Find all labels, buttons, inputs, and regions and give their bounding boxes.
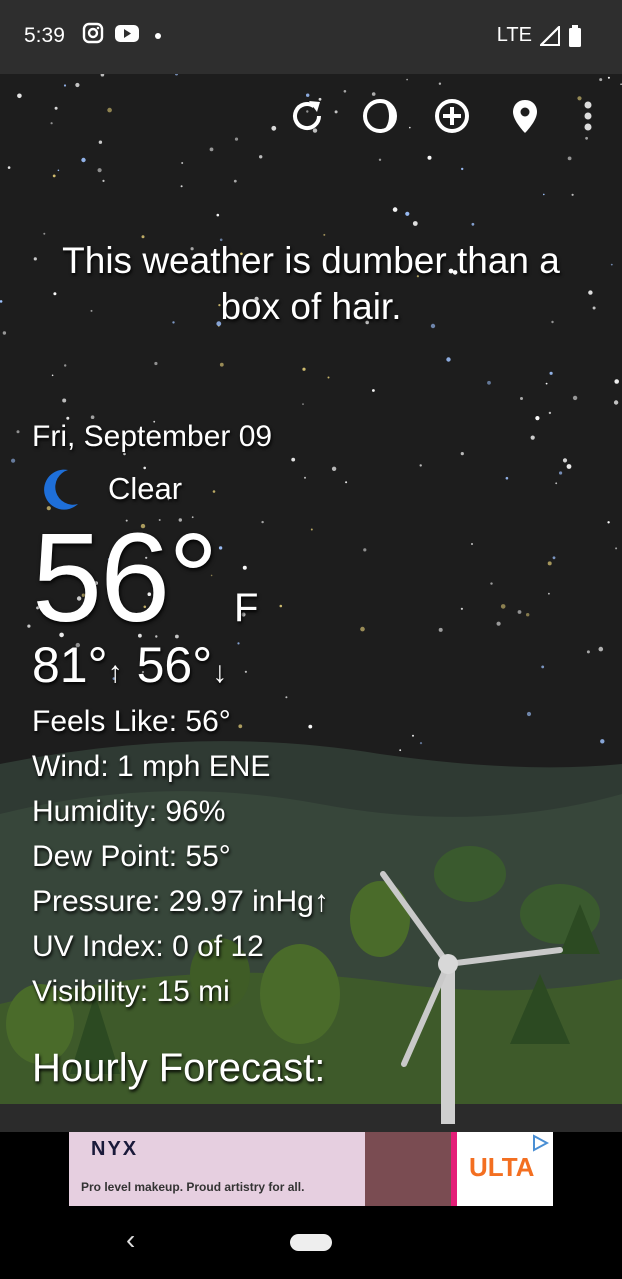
detail-humidity: Humidity: 96% [32, 795, 226, 828]
forecast-date: Fri, September 09 [32, 420, 273, 453]
up-arrow-icon: ↑ [107, 656, 123, 689]
weather-quote: This weather is dumber than a box of hai… [62, 240, 560, 327]
hourly-forecast-title: Hourly Forecast: [32, 1046, 326, 1090]
ad-choices-icon[interactable] [531, 1134, 549, 1152]
notification-dot-icon [155, 33, 161, 39]
detail-dew-point: Dew Point: 55° [32, 840, 231, 873]
weather-details: Feels Like: 56° Wind: 1 mph ENE Humidity… [32, 702, 329, 1017]
high-temperature: 81° [32, 637, 108, 693]
condition-row: Clear [38, 466, 182, 512]
ad-partner-name: ULTA [469, 1152, 535, 1182]
ad-banner[interactable]: NYX Pro level makeup. Proud artistry for… [69, 1132, 553, 1206]
youtube-icon [115, 25, 139, 42]
moon-icon [44, 469, 78, 510]
detail-wind: Wind: 1 mph ENE [32, 750, 271, 783]
detail-uv-index: UV Index: 0 of 12 [32, 930, 264, 963]
temperature-unit: F [234, 586, 259, 630]
battery-icon [569, 24, 581, 47]
moon-phase-icon[interactable] [360, 96, 400, 136]
home-pill-button[interactable] [290, 1234, 332, 1251]
navigation-bar: ‹ [0, 1210, 622, 1279]
add-location-icon[interactable] [432, 96, 472, 136]
ad-banner-bar: NYX Pro level makeup. Proud artistry for… [0, 1132, 622, 1210]
signal-icon [540, 25, 560, 46]
detail-visibility: Visibility: 15 mi [32, 975, 230, 1008]
detail-pressure: Pressure: 29.97 inHg↑ [32, 885, 329, 918]
low-temperature: 56° [136, 637, 213, 693]
condition-label: Clear [108, 471, 183, 506]
detail-feels-like: Feels Like: 56° [32, 705, 231, 738]
down-arrow-icon: ↓ [212, 656, 228, 689]
refresh-icon[interactable] [287, 96, 327, 136]
location-pin-icon[interactable] [505, 96, 545, 136]
ad-model-image [365, 1132, 455, 1206]
back-button[interactable]: ‹ [126, 1224, 135, 1256]
high-low-row: 81° ↑ 56° ↓ [32, 636, 241, 694]
toolbar [0, 74, 622, 158]
instagram-icon [82, 22, 104, 44]
network-label: LTE [496, 24, 532, 46]
status-time: 5:39 [24, 24, 65, 47]
ad-brand-logo: NYX [91, 1138, 139, 1160]
ad-tagline: Pro level makeup. Proud artistry for all… [81, 1180, 305, 1194]
more-vert-icon[interactable] [568, 96, 608, 136]
current-temperature: 56° [32, 507, 219, 648]
status-bar: 5:39 LTE [0, 0, 622, 74]
